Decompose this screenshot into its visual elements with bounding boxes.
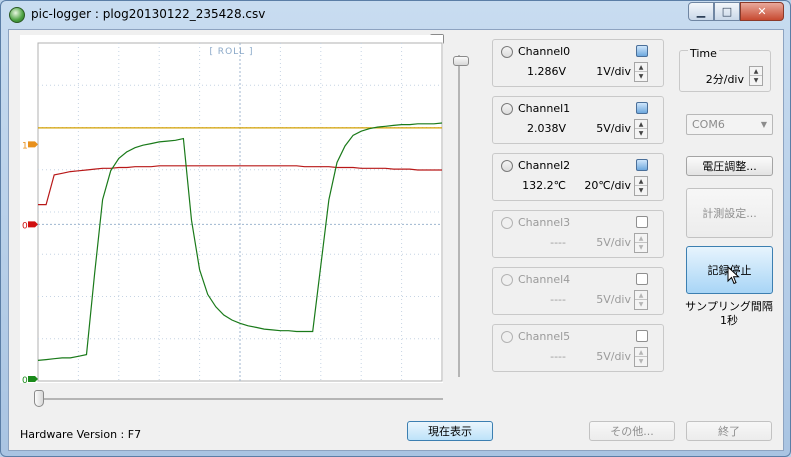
channel-name: Channel2 bbox=[518, 159, 571, 172]
channel-radio[interactable] bbox=[501, 46, 513, 58]
channel-scale: 5V/div bbox=[596, 350, 631, 363]
scale-spinner[interactable]: ▲ ▼ bbox=[634, 62, 648, 82]
channel-panel-2: Channel2 132.2℃ 20℃/div ▲ ▼ bbox=[492, 153, 664, 201]
channel-value: ---- bbox=[550, 293, 566, 306]
exit-button[interactable]: 終了 bbox=[686, 421, 772, 441]
close-icon[interactable]: ✕ bbox=[740, 2, 784, 21]
horizontal-slider-track[interactable] bbox=[39, 398, 443, 400]
scale-spinner[interactable]: ▲ ▼ bbox=[634, 176, 648, 196]
channel-marker-label-1: 0 bbox=[22, 221, 28, 231]
time-value: 2分/div bbox=[705, 73, 744, 86]
channel-marker-label-0: 1 bbox=[22, 141, 28, 151]
channel-checkbox[interactable] bbox=[636, 273, 648, 285]
channel-radio bbox=[501, 217, 513, 229]
channel-checkbox[interactable] bbox=[636, 330, 648, 342]
spinner-down-icon[interactable]: ▼ bbox=[750, 76, 762, 85]
mouse-cursor-icon bbox=[727, 266, 740, 285]
waveform-chart: 1 0 0 bbox=[22, 42, 443, 383]
channel-scale: 5V/div bbox=[596, 122, 631, 135]
channel-scale: 20℃/div bbox=[584, 179, 631, 192]
channel-scale: 1V/div bbox=[596, 65, 631, 78]
spinner-down-icon[interactable]: ▼ bbox=[635, 72, 647, 81]
measure-settings-button[interactable]: 計測設定... bbox=[686, 188, 773, 238]
channel-marker-1 bbox=[28, 221, 38, 228]
spinner-up-icon[interactable]: ▲ bbox=[750, 67, 762, 76]
scale-spinner[interactable]: ▲ ▼ bbox=[634, 119, 648, 139]
vertical-slider-thumb[interactable] bbox=[453, 56, 469, 66]
channel-scale: 5V/div bbox=[596, 293, 631, 306]
voltage-adjust-button[interactable]: 電圧調整... bbox=[686, 156, 773, 176]
channel-checkbox[interactable] bbox=[636, 102, 648, 114]
time-label: Time bbox=[688, 47, 719, 60]
channel-checkbox[interactable] bbox=[636, 216, 648, 228]
sampling-interval-label: サンプリング間隔 bbox=[685, 300, 773, 313]
sampling-interval-value: 1秒 bbox=[720, 314, 738, 327]
current-display-button[interactable]: 現在表示 bbox=[407, 421, 493, 441]
channel-radio[interactable] bbox=[501, 103, 513, 115]
channel-name: Channel1 bbox=[518, 102, 571, 115]
scale-spinner: ▲ ▼ bbox=[634, 347, 648, 367]
spinner-up-icon: ▲ bbox=[635, 234, 647, 243]
hardware-version: Hardware Version : F7 bbox=[20, 428, 141, 441]
channel-scale: 5V/div bbox=[596, 236, 631, 249]
channel-panel-4: Channel4 ---- 5V/div ▲ ▼ bbox=[492, 267, 664, 315]
channel-name: Channel5 bbox=[518, 330, 571, 343]
channel-value: ---- bbox=[550, 236, 566, 249]
hardware-version-label: Hardware Version : bbox=[20, 428, 125, 441]
channel-name: Channel0 bbox=[518, 45, 571, 58]
spinner-down-icon: ▼ bbox=[638, 244, 644, 251]
channel-marker-label-2: 0 bbox=[22, 376, 28, 383]
spinner-up-icon[interactable]: ▲ bbox=[635, 63, 647, 72]
channel-value: 2.038V bbox=[526, 122, 566, 135]
channel-panel-1: Channel1 2.038V 5V/div ▲ ▼ bbox=[492, 96, 664, 144]
scale-spinner: ▲ ▼ bbox=[634, 233, 648, 253]
spinner-down-icon: ▼ bbox=[638, 358, 644, 365]
channel-marker-0 bbox=[28, 141, 38, 148]
chevron-down-icon: ▼ bbox=[760, 120, 767, 129]
channel-name: Channel3 bbox=[518, 216, 571, 229]
window-title: pic-logger : plog20130122_235428.csv bbox=[31, 7, 266, 21]
app-window: pic-logger : plog20130122_235428.csv ▁ □… bbox=[0, 0, 791, 457]
time-spinner[interactable]: ▲ ▼ bbox=[749, 66, 763, 86]
client-area: 100 [ ROLL ] Channel0 1.286V 1V/div ▲ ▼ … bbox=[8, 29, 784, 451]
other-button[interactable]: その他... bbox=[589, 421, 675, 441]
spinner-down-icon[interactable]: ▼ bbox=[635, 186, 647, 195]
channel-panel-3: Channel3 ---- 5V/div ▲ ▼ bbox=[492, 210, 664, 258]
channel-checkbox[interactable] bbox=[636, 45, 648, 57]
window-controls: ▁ □ ✕ bbox=[688, 2, 784, 22]
scale-spinner: ▲ ▼ bbox=[634, 290, 648, 310]
channel-radio bbox=[501, 331, 513, 343]
channel-name: Channel4 bbox=[518, 273, 571, 286]
port-select: COM6 ▼ bbox=[686, 114, 773, 135]
title-bar[interactable]: pic-logger : plog20130122_235428.csv ▁ □… bbox=[1, 1, 790, 29]
channel-radio[interactable] bbox=[501, 160, 513, 172]
channel-value: 1.286V bbox=[526, 65, 566, 78]
channel-radio bbox=[501, 274, 513, 286]
port-select-value: COM6 bbox=[692, 118, 725, 131]
horizontal-slider-thumb[interactable] bbox=[34, 390, 44, 407]
time-panel: Time 2分/div ▲ ▼ bbox=[679, 47, 771, 92]
spinner-down-icon[interactable]: ▼ bbox=[635, 129, 647, 138]
roll-mode-label: [ ROLL ] bbox=[209, 47, 254, 57]
spinner-up-icon: ▲ bbox=[635, 348, 647, 357]
channel-checkbox[interactable] bbox=[636, 159, 648, 171]
minimize-icon[interactable]: ▁ bbox=[688, 2, 714, 21]
app-icon bbox=[9, 7, 25, 23]
channel-panel-5: Channel5 ---- 5V/div ▲ ▼ bbox=[492, 324, 664, 372]
spinner-down-icon: ▼ bbox=[638, 301, 644, 308]
waveform-plot: 1 0 0 [ ROLL ] bbox=[20, 35, 443, 383]
channel-value: 132.2℃ bbox=[522, 179, 566, 192]
maximize-icon[interactable]: □ bbox=[714, 2, 740, 21]
spinner-up-icon[interactable]: ▲ bbox=[635, 177, 647, 186]
vertical-slider-track[interactable] bbox=[458, 55, 460, 377]
channel-marker-2 bbox=[28, 376, 38, 382]
spinner-up-icon: ▲ bbox=[635, 291, 647, 300]
spinner-up-icon[interactable]: ▲ bbox=[635, 120, 647, 129]
hardware-version-value: F7 bbox=[127, 428, 142, 441]
channel-panel-0: Channel0 1.286V 1V/div ▲ ▼ bbox=[492, 39, 664, 87]
channel-value: ---- bbox=[550, 350, 566, 363]
sampling-interval: サンプリング間隔 1秒 bbox=[681, 300, 777, 328]
